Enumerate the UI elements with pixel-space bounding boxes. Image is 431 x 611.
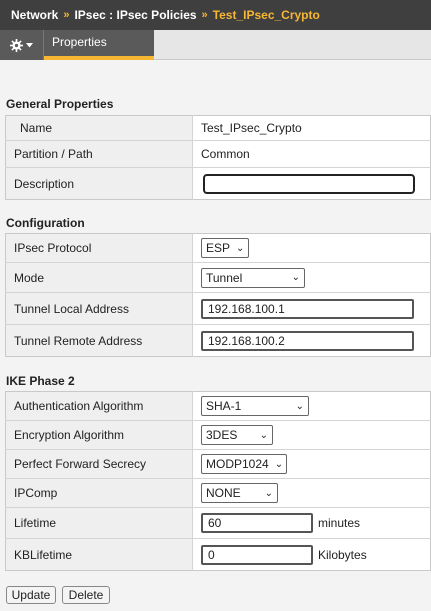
ipcomp-select[interactable]: NONE ⌄ [201,483,278,503]
lifetime-label: Lifetime [5,507,193,539]
kblifetime-field[interactable]: 0 [201,544,313,565]
kblifetime-unit: Kilobytes [318,547,367,562]
chevron-down-icon: ⌄ [264,487,273,499]
general-properties-table: Name Test_IPsec_Crypto Partition / Path … [5,115,431,200]
mode-value: Tunnel [206,270,243,285]
table-row: Partition / Path Common [5,140,431,168]
general-properties-title: General Properties [6,97,114,111]
configuration-title: Configuration [6,216,85,230]
partition-label: Partition / Path [5,140,193,168]
breadcrumb-separator: » [63,9,70,21]
chevron-down-icon: ⌄ [236,242,245,254]
encryption-algorithm-label: Encryption Algorithm [5,420,193,450]
breadcrumb-ipsec-policies[interactable]: IPsec : IPsec Policies [74,8,196,22]
table-row: Lifetime 60 minutes [5,507,431,539]
pfs-select[interactable]: MODP1024 ⌄ [201,454,287,474]
encryption-algorithm-select[interactable]: 3DES ⌄ [201,425,273,445]
ipsec-protocol-label: IPsec Protocol [5,233,193,263]
tunnel-remote-address-field[interactable]: 192.168.100.2 [201,330,414,351]
mode-label: Mode [5,262,193,293]
table-row: Tunnel Local Address 192.168.100.1 [5,292,431,325]
description-field[interactable] [203,173,415,194]
ipcomp-label: IPComp [5,478,193,508]
tunnel-local-address-field[interactable]: 192.168.100.1 [201,298,414,319]
tab-properties[interactable]: Properties [44,30,154,60]
chevron-down-icon [26,42,33,48]
ipsec-protocol-value: ESP [206,241,231,255]
table-row: Authentication Algorithm SHA-1 ⌄ [5,391,431,421]
settings-menu-button[interactable] [0,30,44,60]
chevron-down-icon: ⌄ [274,458,284,470]
chevron-down-icon: ⌄ [259,429,268,441]
tunnel-local-address-label: Tunnel Local Address [5,292,193,325]
table-row: Encryption Algorithm 3DES ⌄ [5,420,431,450]
name-value: Test_IPsec_Crypto [192,115,431,141]
pfs-label: Perfect Forward Secrecy [5,449,193,479]
configuration-table: IPsec Protocol ESP ⌄ Mode Tunnel ⌄ Tunnel … [5,233,431,357]
encryption-algorithm-value: 3DES [206,428,238,442]
chevron-down-icon: ⌄ [295,400,304,412]
auth-algorithm-select[interactable]: SHA-1 ⌄ [201,396,309,416]
pfs-value: MODP1024 [206,457,269,471]
table-row: IPComp NONE ⌄ [5,478,431,508]
tab-bar: Properties [0,30,431,60]
kblifetime-label: KBLifetime [5,538,193,571]
auth-algorithm-value: SHA-1 [206,399,242,413]
name-label: Name [5,115,193,141]
ipcomp-value: NONE [206,486,241,500]
lifetime-unit: minutes [318,516,361,530]
breadcrumb-separator: » [201,9,208,21]
update-button[interactable]: Update [6,586,56,604]
description-label: Description [5,167,193,200]
chevron-down-icon: ⌄ [291,272,300,283]
table-row: KBLifetime 0 Kilobytes [5,538,431,571]
gear-icon [10,38,23,52]
breadcrumb-network[interactable]: Network [11,8,58,22]
delete-button[interactable]: Delete [62,586,110,604]
breadcrumb-current: Test_IPsec_Crypto [212,8,320,22]
breadcrumb: Network » IPsec : IPsec Policies » Test_… [0,0,431,30]
table-row: Perfect Forward Secrecy MODP1024 ⌄ [5,449,431,479]
partition-value: Common [192,140,431,168]
ike-phase2-table: Authentication Algorithm SHA-1 ⌄ Encrypti… [5,391,431,571]
ike-phase2-title: IKE Phase 2 [6,374,75,388]
mode-select[interactable]: Tunnel ⌄ [201,267,305,288]
table-row: Tunnel Remote Address 192.168.100.2 [5,324,431,357]
table-row: Mode Tunnel ⌄ [5,262,431,293]
table-row: Description [5,167,431,200]
auth-algorithm-label: Authentication Algorithm [5,391,193,421]
tunnel-remote-address-label: Tunnel Remote Address [5,324,193,357]
table-row: IPsec Protocol ESP ⌄ [5,233,431,263]
ipsec-protocol-select[interactable]: ESP ⌄ [201,238,249,258]
lifetime-field[interactable]: 60 [201,513,313,533]
table-row: Name Test_IPsec_Crypto [5,115,431,141]
